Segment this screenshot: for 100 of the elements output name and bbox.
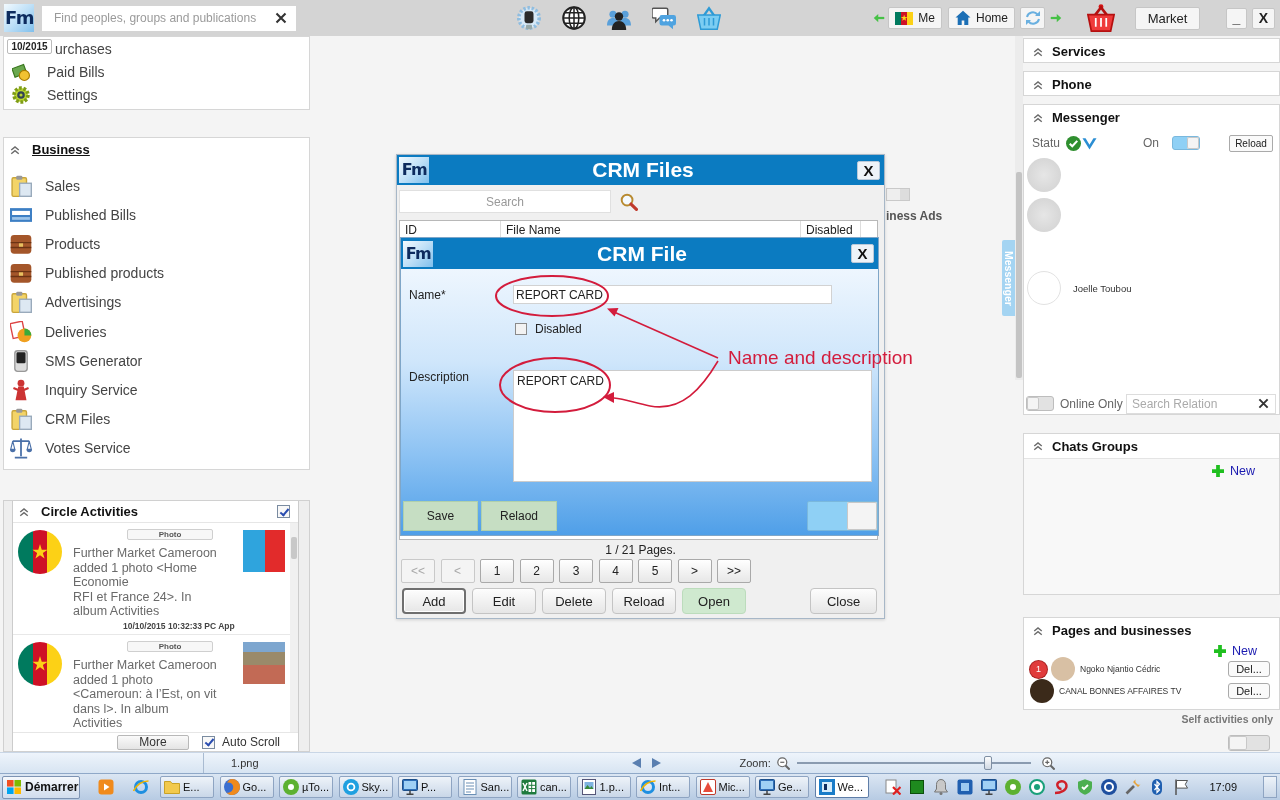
zoom-in-icon[interactable] bbox=[1041, 756, 1055, 770]
checkbox[interactable] bbox=[277, 505, 290, 518]
form-button[interactable]: Relaod bbox=[481, 501, 557, 531]
swirl-icon[interactable] bbox=[1052, 779, 1069, 795]
close-button[interactable]: X bbox=[1252, 7, 1275, 29]
taskbar-button[interactable]: Go... bbox=[219, 776, 274, 798]
page-button[interactable]: 3 bbox=[559, 559, 593, 583]
page-button[interactable]: >> bbox=[717, 559, 751, 583]
cross-icon[interactable] bbox=[884, 779, 901, 795]
avatar-photo[interactable] bbox=[1030, 679, 1054, 703]
bell-icon[interactable] bbox=[932, 779, 949, 795]
menu-item[interactable]: Votes Service bbox=[4, 433, 309, 463]
action-button[interactable]: Reload bbox=[612, 588, 676, 614]
square-icon[interactable] bbox=[956, 779, 973, 795]
arrow-left-icon[interactable] bbox=[631, 758, 641, 768]
start-button[interactable]: Démarrer bbox=[2, 775, 80, 799]
shield-icon[interactable] bbox=[1076, 779, 1093, 795]
name-field[interactable]: REPORT CARD bbox=[513, 285, 832, 304]
search-icon[interactable] bbox=[620, 192, 638, 211]
collapse-icon[interactable] bbox=[1033, 112, 1043, 123]
page-name[interactable]: Ngoko Njantio Cédric bbox=[1080, 664, 1161, 674]
taskbar-button[interactable]: Mic... bbox=[695, 776, 750, 798]
menu-item[interactable]: Settings bbox=[4, 83, 98, 106]
action-button[interactable]: Delete bbox=[542, 588, 606, 614]
menu-item[interactable]: Inquiry Service bbox=[4, 375, 309, 405]
scrollbar[interactable] bbox=[290, 523, 298, 732]
monitor-icon[interactable] bbox=[980, 779, 997, 795]
toggle-switch[interactable] bbox=[1228, 735, 1270, 751]
clear-icon[interactable] bbox=[275, 12, 287, 24]
page-name[interactable]: CANAL BONNES AFFAIRES TV bbox=[1059, 686, 1182, 696]
new-link[interactable]: New bbox=[1212, 464, 1255, 478]
taskbar-button[interactable]: can... bbox=[517, 776, 571, 798]
taskbar-button[interactable]: 1.p... bbox=[576, 776, 631, 798]
flag-icon[interactable] bbox=[1172, 779, 1189, 795]
close-button[interactable]: Close bbox=[810, 588, 877, 614]
taskbar-button[interactable]: µTo... bbox=[279, 776, 333, 798]
slider-thumb[interactable] bbox=[984, 756, 993, 770]
circle-icon[interactable] bbox=[1004, 779, 1021, 795]
search-field[interactable]: Search Relation bbox=[1126, 393, 1276, 414]
taskbar-button[interactable]: San... bbox=[457, 776, 512, 798]
reload-button[interactable]: Reload bbox=[1229, 134, 1273, 152]
toggle-switch[interactable] bbox=[1026, 396, 1054, 411]
close-button[interactable]: X bbox=[851, 244, 874, 263]
new-link[interactable]: New bbox=[1214, 644, 1257, 658]
menu-item[interactable]: Paid Bills bbox=[4, 60, 105, 83]
toggle-switch[interactable] bbox=[1172, 136, 1201, 150]
action-button[interactable]: Add bbox=[402, 588, 466, 614]
menu-item[interactable]: Published Bills bbox=[4, 200, 309, 230]
checkbox[interactable] bbox=[515, 323, 527, 335]
menu-item[interactable]: CRM Files bbox=[4, 404, 309, 434]
collapse-icon[interactable] bbox=[19, 506, 29, 517]
taskbar-button[interactable]: We... bbox=[814, 776, 869, 798]
zoom-out-icon[interactable] bbox=[776, 756, 790, 770]
page-button[interactable]: 4 bbox=[598, 559, 633, 583]
taskbar-button[interactable]: Sky... bbox=[338, 776, 393, 798]
minimize-button[interactable]: _ bbox=[1226, 7, 1247, 29]
menu-item[interactable]: Advertisings bbox=[4, 287, 309, 317]
scrollbar[interactable] bbox=[1015, 36, 1023, 380]
chat-icon[interactable] bbox=[652, 6, 676, 30]
search-field[interactable]: Search bbox=[399, 190, 611, 213]
checkbox[interactable] bbox=[202, 735, 215, 749]
page-button[interactable]: > bbox=[677, 559, 712, 583]
globe-icon[interactable] bbox=[562, 6, 586, 30]
page-button[interactable]: 5 bbox=[638, 559, 672, 583]
page-button[interactable]: 1 bbox=[480, 559, 514, 583]
menu-item[interactable]: Published products bbox=[4, 258, 309, 288]
home-button[interactable]: Home bbox=[948, 7, 1015, 29]
play-icon[interactable] bbox=[98, 779, 114, 795]
taskbar-button[interactable]: P... bbox=[398, 776, 452, 798]
contact-name[interactable]: Joelle Toubou bbox=[1073, 282, 1132, 294]
close-button[interactable]: X bbox=[857, 160, 880, 180]
row-remove-button[interactable]: Del... bbox=[1228, 683, 1270, 699]
menu-item[interactable]: urchases bbox=[55, 37, 112, 60]
ring-icon[interactable] bbox=[1100, 779, 1117, 795]
collapse-icon[interactable] bbox=[1033, 46, 1043, 57]
description-field[interactable]: REPORT CARD bbox=[513, 370, 872, 482]
me-button[interactable]: Me bbox=[888, 7, 942, 29]
clear-icon[interactable] bbox=[1258, 398, 1269, 409]
menu-item[interactable]: Deliveries bbox=[4, 316, 309, 347]
menu-item[interactable]: Products bbox=[4, 229, 309, 259]
market-button[interactable]: Market bbox=[1135, 6, 1200, 30]
search-field[interactable]: Find peoples, groups and publications bbox=[42, 5, 296, 31]
collapse-icon[interactable] bbox=[1033, 79, 1043, 90]
basket-icon[interactable] bbox=[1087, 4, 1115, 32]
row-remove-button[interactable]: Del... bbox=[1228, 661, 1270, 677]
collapse-icon[interactable] bbox=[1033, 625, 1043, 636]
taskbar-button[interactable]: Int... bbox=[636, 776, 690, 798]
square-icon[interactable] bbox=[908, 779, 925, 795]
collapse-icon[interactable] bbox=[10, 144, 20, 155]
action-button[interactable]: Edit bbox=[472, 588, 536, 614]
ring-icon[interactable] bbox=[1028, 779, 1045, 795]
more-button[interactable]: More bbox=[117, 734, 189, 750]
menu-item[interactable]: Sales bbox=[4, 171, 309, 201]
arrow-right-icon[interactable] bbox=[651, 758, 661, 768]
panel-title[interactable]: Business bbox=[32, 142, 90, 157]
form-button[interactable]: Save bbox=[403, 501, 478, 531]
menu-item[interactable]: SMS Generator bbox=[4, 346, 309, 376]
gear-icon[interactable] bbox=[517, 6, 541, 30]
show-desktop-button[interactable] bbox=[1263, 776, 1277, 798]
page-button[interactable]: 2 bbox=[519, 559, 554, 583]
